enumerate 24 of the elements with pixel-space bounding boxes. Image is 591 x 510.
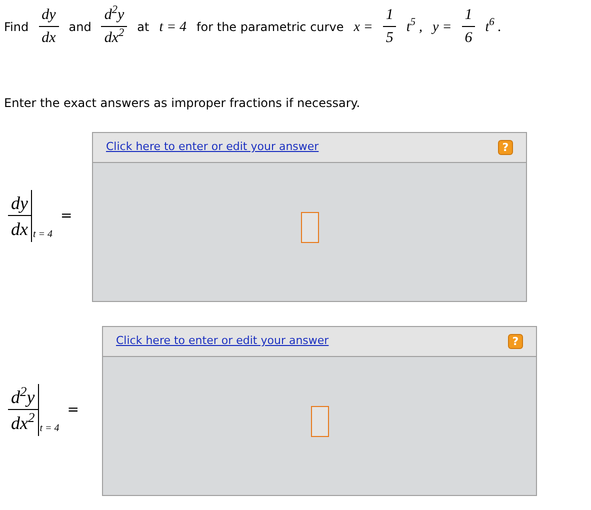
question-text: at <box>137 19 150 36</box>
math-expression: x = <box>354 18 373 36</box>
evaluation-point: t = 4 <box>40 422 60 436</box>
fraction: dy dx <box>38 8 59 46</box>
equals-sign: = <box>60 206 72 226</box>
evaluation-point: t = 4 <box>33 228 53 242</box>
math-expression: t = 4 <box>159 18 187 36</box>
math-expression: y = <box>432 18 452 36</box>
fraction: 1 5 <box>382 8 396 46</box>
math-expression: t$^{6}$ . <box>485 16 502 36</box>
answer-field[interactable] <box>300 212 318 242</box>
question-text: and <box>68 19 92 36</box>
edit-answer-link[interactable]: Click here to enter or edit your answer <box>106 139 319 156</box>
answer-field[interactable] <box>310 406 328 436</box>
fraction: d$^{2}$y dx$^{2}$ <box>101 8 128 46</box>
edit-answer-link[interactable]: Click here to enter or edit your answer <box>116 333 329 350</box>
math-expression: t$^{5}$ , <box>406 16 423 36</box>
instruction-text: Enter the exact answers as improper fractions if necessary. <box>3 95 362 112</box>
question-text: for the parametric curve <box>196 19 344 36</box>
equals-sign: = <box>67 400 80 420</box>
fraction: dy dx <box>8 194 31 238</box>
fraction: 1 6 <box>462 8 476 46</box>
fraction: d$^{2}$y dx$^{2}$ <box>8 388 38 432</box>
question-text: Find <box>4 19 29 36</box>
